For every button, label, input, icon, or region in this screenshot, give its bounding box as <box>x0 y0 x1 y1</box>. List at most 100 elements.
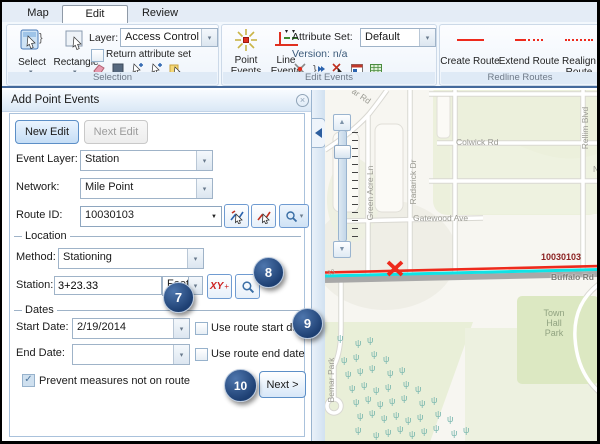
attribute-set-combobox-caret-icon[interactable]: ▾ <box>419 29 435 46</box>
route-search-dropdown-button[interactable]: ▾ <box>279 204 309 228</box>
network-caret-icon[interactable]: ▾ <box>196 179 212 198</box>
start-date-caret-icon[interactable]: ▾ <box>173 319 189 338</box>
select-tool-button[interactable]: } Select ▾ <box>12 27 52 73</box>
point-events-icon <box>233 27 259 53</box>
tab-review[interactable]: Review <box>134 5 186 22</box>
panel-close-icon[interactable]: × <box>296 94 309 107</box>
network-combobox[interactable]: Mile Point ▾ <box>80 178 213 199</box>
end-date-label: End Date: <box>16 347 65 359</box>
layer-combobox-value: Access Control <box>121 29 201 46</box>
marsh-tuft-icon: ψ <box>401 394 407 403</box>
method-label: Method: <box>16 251 56 263</box>
marsh-tuft-icon: ψ <box>387 369 393 378</box>
marsh-tuft-icon: ψ <box>451 429 457 438</box>
road-label-colwick: Colwick Rd <box>456 137 499 147</box>
marsh-tuft-icon: ψ <box>353 398 359 407</box>
marsh-tuft-icon: ψ <box>385 383 391 392</box>
panel-title: Add Point Events <box>11 94 99 106</box>
route-id-caret-icon[interactable]: ▼ <box>207 207 221 226</box>
station-label: Station: <box>16 279 53 291</box>
marsh-tuft-icon: ψ <box>409 430 415 439</box>
marsh-tuft-icon: ψ <box>361 381 367 390</box>
start-date-value: 2/19/2014 <box>73 319 173 338</box>
event-layer-value: Station <box>81 151 196 170</box>
ribbon-group-edit-events: Point Events Line Events Attribute Set: … <box>221 24 437 86</box>
marsh-tuft-icon: ψ <box>371 350 377 359</box>
station-input[interactable] <box>54 276 162 295</box>
version-label: Version: n/a <box>292 48 347 60</box>
marsh-tuft-icon: ψ <box>431 396 437 405</box>
end-date-caret-icon[interactable]: ▾ <box>173 345 189 364</box>
prevent-measures-label: Prevent measures not on route <box>39 375 190 387</box>
marsh-tuft-icon: ψ <box>377 400 383 409</box>
ribbon-tab-strip: Map Edit Review <box>2 2 597 23</box>
use-route-start-date-checkbox[interactable] <box>195 322 208 335</box>
layer-combobox[interactable]: Access Control ▾ <box>120 28 218 47</box>
panel-title-bar: Add Point Events × <box>2 90 311 112</box>
collapse-arrow-icon <box>315 128 322 138</box>
route-id-label: Route ID: <box>16 209 62 221</box>
prevent-measures-checkbox[interactable]: ✓ <box>22 374 35 387</box>
event-layer-combobox[interactable]: Station ▾ <box>80 150 213 171</box>
selection-group-label: Selection <box>8 72 217 84</box>
redline-routes-group-label: Redline Routes <box>441 72 599 84</box>
event-layer-caret-icon[interactable]: ▾ <box>196 151 212 170</box>
route-id-combobox[interactable]: 10030103 ▼ <box>80 206 222 227</box>
road-label-buffalo: Buffalo Rd <box>551 272 594 282</box>
method-combobox[interactable]: Stationing ▾ <box>58 248 204 269</box>
marsh-tuft-icon: ψ <box>369 364 375 373</box>
marsh-tuft-icon: ψ <box>341 356 347 365</box>
clear-route-selection-button[interactable] <box>251 204 276 228</box>
zoom-slider-handle[interactable] <box>334 145 351 159</box>
marsh-tuft-icon: ψ <box>421 427 427 436</box>
marsh-tuft-icon: ψ <box>403 380 409 389</box>
road-label-radarick: Radarick Dr <box>408 160 418 205</box>
marsh-tuft-icon: ψ <box>415 385 421 394</box>
layer-combobox-caret-icon[interactable]: ▾ <box>201 29 217 46</box>
marsh-tuft-icon: ψ <box>365 395 371 404</box>
marsh-tuft-icon: ψ <box>355 339 361 348</box>
zoom-out-button[interactable]: ▼ <box>333 241 351 258</box>
window-border-top <box>0 0 600 2</box>
start-date-label: Start Date: <box>16 321 69 333</box>
map-view[interactable]: ar Rd Colwick Rd Rellim Blvd Radarick Dr… <box>325 90 598 442</box>
start-date-combobox[interactable]: 2/19/2014 ▾ <box>72 318 190 339</box>
attribute-set-combobox-value: Default <box>361 29 419 46</box>
select-tool-icon: } <box>18 27 46 55</box>
select-route-on-map-button[interactable] <box>224 204 249 228</box>
return-attribute-set-label: Return attribute set <box>106 49 191 60</box>
rectangle-tool-icon <box>62 27 90 55</box>
dates-separator <box>14 310 301 311</box>
marsh-tuft-icon: ψ <box>373 386 379 395</box>
xy-icon: XY <box>210 281 223 292</box>
layer-label: Layer: <box>89 32 118 44</box>
end-date-combobox[interactable]: ▾ <box>72 344 190 365</box>
route-search-caret-icon: ▾ <box>300 213 304 220</box>
marsh-tuft-icon: ψ <box>389 397 395 406</box>
create-route-icon <box>457 39 484 41</box>
collapse-panel-button[interactable] <box>312 118 326 148</box>
marsh-tuft-icon: ψ <box>385 428 391 437</box>
marsh-tuft-icon: ψ <box>357 412 363 421</box>
next-button[interactable]: Next > <box>259 371 306 398</box>
marsh-tuft-icon: ψ <box>353 353 359 362</box>
new-edit-button[interactable]: New Edit <box>15 120 79 144</box>
create-route-label: Create Route <box>440 56 500 67</box>
marsh-tuft-icon: ψ <box>393 411 399 420</box>
next-edit-button[interactable]: Next Edit <box>84 120 148 144</box>
attribute-set-combobox[interactable]: Default ▾ <box>360 28 436 47</box>
station-xy-button[interactable]: XY + <box>207 274 232 299</box>
method-caret-icon[interactable]: ▾ <box>187 249 203 268</box>
extend-route-label: Extend Route <box>498 56 560 67</box>
zoom-in-button[interactable]: ▲ <box>333 114 351 131</box>
tab-edit[interactable]: Edit <box>62 5 128 23</box>
use-route-end-date-checkbox[interactable] <box>195 348 208 361</box>
marsh-tuft-icon: ψ <box>417 413 423 422</box>
location-section-label: Location <box>22 230 70 242</box>
marsh-tuft-icon: ψ <box>435 410 441 419</box>
marsh-tuft-icon: ψ <box>337 334 343 343</box>
ribbon-group-selection: } Select ▾ Rectangle ▾ Layer: Access Con… <box>6 24 219 86</box>
tab-map[interactable]: Map <box>16 5 60 22</box>
town-hall-park-label: Town Hall Park <box>531 308 577 338</box>
select-route-on-map-icon <box>229 208 245 224</box>
